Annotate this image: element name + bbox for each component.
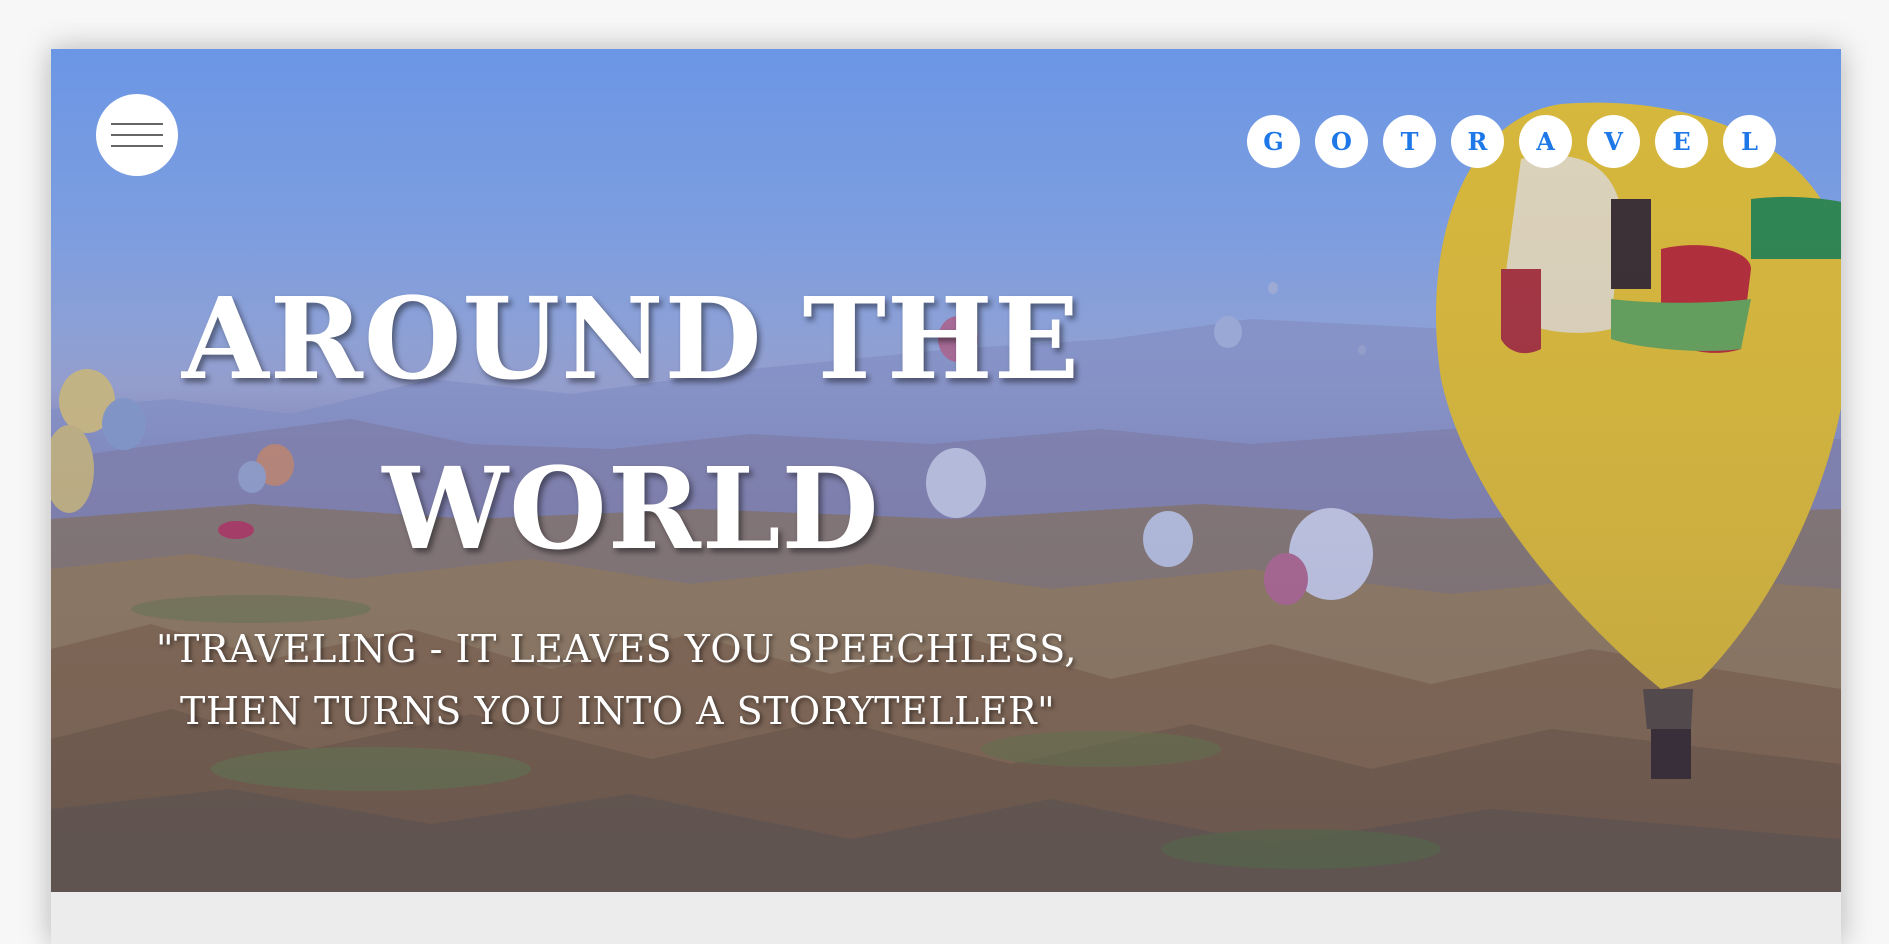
hero-headline: AROUND THE WORLD: [181, 255, 1081, 595]
page-frame: G O T R A V E L AROUND THE WORLD "TRAVEL…: [51, 49, 1841, 944]
logo-letter-g: G: [1247, 115, 1300, 168]
menu-line: [111, 134, 163, 136]
hero-banner: G O T R A V E L AROUND THE WORLD "TRAVEL…: [51, 49, 1841, 892]
logo-letter-v: V: [1587, 115, 1640, 168]
headline-line-2: WORLD: [382, 444, 880, 575]
logo-letter-l: L: [1723, 115, 1776, 168]
hamburger-menu-icon[interactable]: [96, 94, 178, 176]
menu-line: [111, 123, 163, 125]
quote-line-1: "TRAVELING - IT LEAVES YOU SPEECHLESS,: [156, 627, 1077, 671]
headline-line-1: AROUND THE: [181, 274, 1081, 405]
logo-letter-r: R: [1451, 115, 1504, 168]
menu-line: [111, 145, 163, 147]
logo-letter-a: A: [1519, 115, 1572, 168]
logo-letter-e: E: [1655, 115, 1708, 168]
hero-quote: "TRAVELING - IT LEAVES YOU SPEECHLESS, T…: [156, 618, 1156, 742]
logo-letter-t: T: [1383, 115, 1436, 168]
quote-line-2: THEN TURNS YOU INTO A STORYTELLER": [180, 689, 1056, 733]
brand-logo-gotravel[interactable]: G O T R A V E L: [1247, 115, 1776, 168]
logo-letter-o: O: [1315, 115, 1368, 168]
